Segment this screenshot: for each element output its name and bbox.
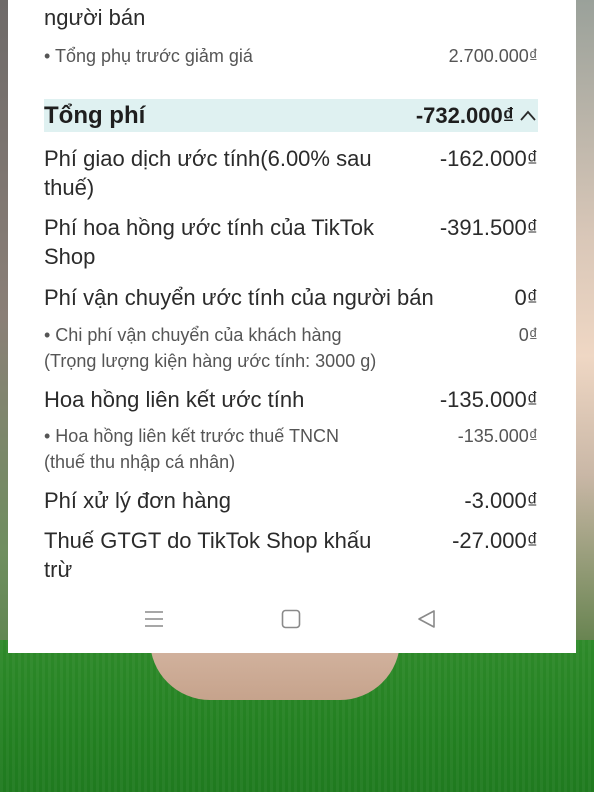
vat-value: -27.000₫ bbox=[452, 528, 538, 553]
shipping-sub-value: 0₫ bbox=[518, 325, 538, 345]
processing-label: Phí xử lý đơn hàng bbox=[44, 488, 231, 513]
fee-label: Phí hoa hồng ước tính của TikTok Shop bbox=[44, 213, 374, 271]
home-button[interactable] bbox=[273, 601, 309, 637]
fee-value: -391.500₫ bbox=[439, 215, 538, 240]
sub-label-line: • Chi phí vận chuyển của khách hàng bbox=[44, 325, 342, 345]
fee-label-line: Phí giao dịch ước tính(6.00% sau bbox=[44, 146, 372, 171]
phone-screen: người bán • Tổng phụ trước giảm giá 2.70… bbox=[8, 0, 576, 652]
partial-row: người bán bbox=[44, 3, 538, 32]
back-button[interactable] bbox=[409, 601, 445, 637]
affiliate-label: Hoa hồng liên kết ước tính bbox=[44, 387, 305, 412]
back-triangle-icon bbox=[418, 610, 435, 628]
fee-label: Phí giao dịch ước tính(6.00% sau thuế) bbox=[44, 144, 372, 202]
fee-value: -162.000₫ bbox=[439, 146, 538, 171]
android-nav-bar bbox=[8, 583, 576, 653]
shipping-sub-label: • Chi phí vận chuyển của khách hàng (Trọ… bbox=[44, 322, 376, 374]
processing-value: -3.000₫ bbox=[464, 488, 538, 513]
subtotal-label: • Tổng phụ trước giảm giá bbox=[44, 46, 253, 66]
shipping-sub-row: • Chi phí vận chuyển của khách hàng (Trọ… bbox=[44, 322, 538, 374]
processing-row: Phí xử lý đơn hàng -3.000₫ bbox=[44, 486, 538, 515]
vat-label-line: Thuế GTGT do TikTok Shop khấu bbox=[44, 528, 372, 553]
total-fee-value: -732.000₫ bbox=[415, 103, 514, 128]
affiliate-value: -135.000₫ bbox=[439, 387, 538, 412]
sub-label-line: • Hoa hồng liên kết trước thuế TNCN bbox=[44, 426, 339, 446]
fee-row-shipping: Phí vận chuyển ước tính của người bán 0₫ bbox=[44, 283, 538, 312]
affiliate-sub-label: • Hoa hồng liên kết trước thuế TNCN (thu… bbox=[44, 423, 339, 475]
partial-label: người bán bbox=[44, 5, 146, 30]
fee-row-commission: Phí hoa hồng ước tính của TikTok Shop -3… bbox=[44, 213, 538, 271]
home-square-icon bbox=[281, 609, 301, 629]
subtotal-row: • Tổng phụ trước giảm giá 2.700.000₫ bbox=[44, 43, 538, 69]
fee-row-transaction: Phí giao dịch ước tính(6.00% sau thuế) -… bbox=[44, 144, 538, 202]
fee-label-line: Phí hoa hồng ước tính của TikTok bbox=[44, 215, 375, 240]
fee-label-line: Shop bbox=[44, 244, 96, 269]
chevron-up-icon[interactable] bbox=[518, 106, 538, 126]
fee-label: Phí vận chuyển ước tính của người bán bbox=[44, 285, 434, 310]
sub-label-line: (thuế thu nhập cá nhân) bbox=[44, 452, 236, 472]
recent-apps-button[interactable] bbox=[136, 601, 172, 637]
fee-value: 0₫ bbox=[514, 285, 538, 310]
affiliate-row: Hoa hồng liên kết ước tính -135.000₫ bbox=[44, 385, 538, 414]
subtotal-value: 2.700.000₫ bbox=[448, 46, 538, 66]
menu-icon bbox=[145, 611, 163, 627]
affiliate-sub-value: -135.000₫ bbox=[457, 426, 538, 446]
vat-row: Thuế GTGT do TikTok Shop khấu trừ -27.00… bbox=[44, 526, 538, 584]
fee-label-line: thuế) bbox=[44, 175, 95, 200]
total-fee-label: Tổng phí bbox=[44, 102, 146, 129]
vat-label: Thuế GTGT do TikTok Shop khấu trừ bbox=[44, 526, 371, 584]
total-fee-row[interactable]: Tổng phí -732.000₫ bbox=[44, 99, 538, 132]
affiliate-sub-row: • Hoa hồng liên kết trước thuế TNCN (thu… bbox=[44, 423, 538, 475]
vat-label-line: trừ bbox=[44, 557, 73, 582]
sub-label-line: (Trọng lượng kiện hàng ước tính: 3000 g) bbox=[44, 351, 377, 371]
total-fee-value-wrap: -732.000₫ bbox=[416, 99, 538, 132]
